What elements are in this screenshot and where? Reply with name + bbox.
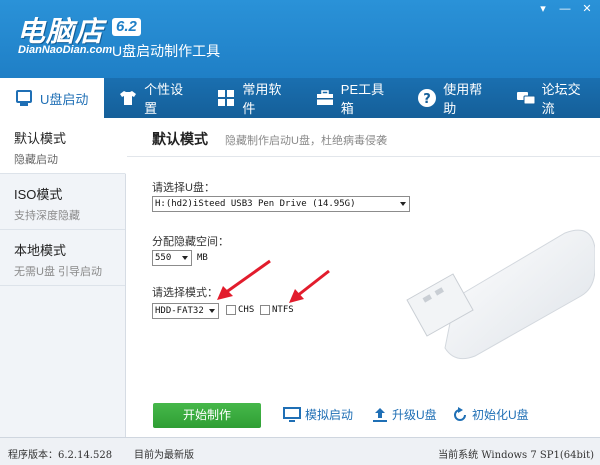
mode-sidebar: 默认模式 隐藏启动 ISO模式 支持深度隐藏 本地模式 无需U盘 引导启动 bbox=[0, 118, 126, 437]
page-title: 默认模式 bbox=[152, 131, 208, 147]
tab-help[interactable]: ? 使用帮助 bbox=[403, 78, 501, 118]
sidebar-item-default-mode[interactable]: 默认模式 隐藏启动 bbox=[0, 118, 126, 174]
close-icon[interactable]: ✕ bbox=[578, 2, 596, 16]
upgrade-usb-button[interactable]: 升级U盘 bbox=[372, 406, 437, 423]
upload-icon bbox=[373, 407, 387, 422]
init-usb-label: 初始化U盘 bbox=[472, 408, 529, 422]
tab-label: 使用帮助 bbox=[443, 82, 483, 116]
refresh-icon bbox=[454, 406, 466, 421]
chevron-down-icon bbox=[400, 202, 406, 206]
ntfs-label: NTFS bbox=[272, 305, 294, 315]
main-nav: U盘启动 个性设置 常用软件 PE工具箱 ? 使用帮助 论坛交流 bbox=[0, 78, 600, 118]
usb-icon bbox=[14, 88, 34, 108]
tab-software[interactable]: 常用软件 bbox=[202, 78, 300, 118]
chevron-down-icon bbox=[209, 309, 215, 313]
hidden-space-select[interactable]: 550 bbox=[152, 250, 192, 266]
simulate-boot-label: 模拟启动 bbox=[305, 408, 354, 422]
upgrade-usb-label: 升级U盘 bbox=[392, 408, 437, 422]
sidebar-item-desc: 无需U盘 引导启动 bbox=[14, 266, 102, 278]
minimize-icon[interactable]: — bbox=[556, 2, 574, 16]
checkbox-box bbox=[226, 305, 236, 315]
sidebar-item-title: ISO模式 bbox=[14, 187, 63, 202]
simulate-boot-button[interactable]: 模拟启动 bbox=[283, 406, 353, 423]
tab-label: 论坛交流 bbox=[541, 82, 581, 116]
program-version: 程序版本：6.2.14.528 bbox=[8, 450, 113, 461]
tab-usb-boot[interactable]: U盘启动 bbox=[0, 78, 105, 118]
sidebar-item-desc: 支持深度隐藏 bbox=[14, 210, 80, 222]
sidebar-item-desc: 隐藏启动 bbox=[14, 154, 58, 166]
red-arrow-icon bbox=[289, 269, 330, 303]
tab-forum[interactable]: 论坛交流 bbox=[502, 78, 600, 118]
version-badge: 6.2 bbox=[112, 18, 141, 36]
usb-drive-illustration bbox=[406, 229, 595, 360]
select-disk-label: 请选择U盘： bbox=[152, 182, 215, 194]
status-bar: 程序版本：6.2.14.528 目前为最新版 当前系统 Windows 7 SP… bbox=[0, 437, 600, 465]
app-header: 电脑店 6.2 DianNaoDian.com U盘启动制作工具 ▾ — ✕ bbox=[0, 0, 600, 78]
current-system: 当前系统 Windows 7 SP1(64bit) bbox=[438, 450, 594, 461]
shirt-icon bbox=[118, 88, 138, 108]
tab-label: 个性设置 bbox=[144, 82, 184, 116]
tab-label: U盘启动 bbox=[40, 91, 89, 107]
app-subtitle: U盘启动制作工具 bbox=[112, 43, 221, 59]
logo-domain: DianNaoDian.com bbox=[18, 44, 113, 56]
toolbox-icon bbox=[315, 88, 335, 108]
mode-select-value: HDD-FAT32 bbox=[155, 306, 204, 316]
disk-select-value: H:(hd2)iSteed USB3 Pen Drive (14.95G) bbox=[155, 199, 356, 209]
hidden-space-unit: MB bbox=[197, 253, 208, 263]
mode-label: 请选择模式： bbox=[152, 287, 218, 299]
chs-checkbox[interactable]: CHS bbox=[226, 305, 254, 315]
sidebar-item-title: 默认模式 bbox=[14, 131, 67, 146]
help-icon: ? bbox=[417, 88, 437, 108]
tab-personalize[interactable]: 个性设置 bbox=[104, 78, 202, 118]
disk-select[interactable]: H:(hd2)iSteed USB3 Pen Drive (14.95G) bbox=[152, 196, 410, 212]
chs-label: CHS bbox=[238, 305, 255, 315]
apps-icon bbox=[216, 88, 236, 108]
main-panel: 默认模式 隐藏制作启动U盘，杜绝病毒侵袭 请选择U盘： H:(hd2)iStee… bbox=[127, 118, 600, 437]
update-status: 目前为最新版 bbox=[134, 450, 194, 461]
svg-text:?: ? bbox=[423, 92, 431, 107]
red-arrow-icon bbox=[217, 259, 271, 300]
sidebar-item-iso-mode[interactable]: ISO模式 支持深度隐藏 bbox=[0, 174, 125, 230]
divider bbox=[127, 156, 600, 157]
init-usb-button[interactable]: 初始化U盘 bbox=[452, 406, 529, 423]
page-description: 隐藏制作启动U盘，杜绝病毒侵袭 bbox=[225, 135, 387, 147]
window-controls: ▾ — ✕ bbox=[534, 2, 596, 16]
chat-icon bbox=[516, 88, 536, 108]
checkbox-box bbox=[260, 305, 270, 315]
tab-pe-toolbox[interactable]: PE工具箱 bbox=[301, 78, 403, 118]
sidebar-item-local-mode[interactable]: 本地模式 无需U盘 引导启动 bbox=[0, 230, 125, 286]
sidebar-item-title: 本地模式 bbox=[14, 243, 67, 258]
mode-select[interactable]: HDD-FAT32 bbox=[152, 303, 219, 319]
start-button[interactable]: 开始制作 bbox=[153, 403, 261, 428]
tab-label: 常用软件 bbox=[242, 82, 282, 116]
chevron-down-icon bbox=[182, 256, 188, 260]
menu-dropdown-icon[interactable]: ▾ bbox=[534, 2, 552, 16]
monitor-icon bbox=[283, 406, 301, 422]
tab-label: PE工具箱 bbox=[340, 82, 385, 116]
ntfs-checkbox[interactable]: NTFS bbox=[260, 305, 294, 315]
hidden-space-value: 550 bbox=[155, 253, 172, 263]
hidden-space-label: 分配隐藏空间： bbox=[152, 236, 229, 248]
